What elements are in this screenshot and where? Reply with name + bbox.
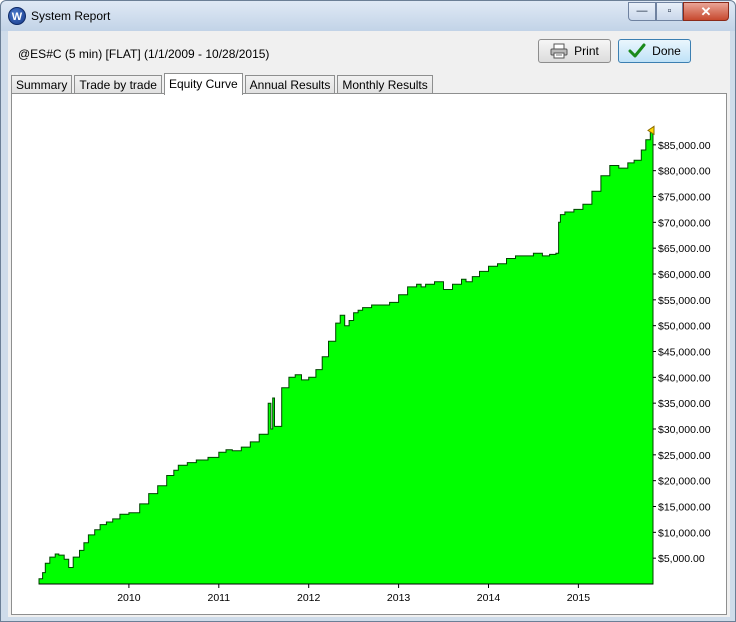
y-tick-label: $70,000.00 xyxy=(658,217,711,229)
tab-summary[interactable]: Summary xyxy=(11,75,73,94)
x-tick-label: 2015 xyxy=(567,592,591,604)
report-client-area: @ES#C (5 min) [FLAT] (1/1/2009 - 10/28/2… xyxy=(8,31,730,617)
done-button[interactable]: Done xyxy=(618,39,691,63)
print-label: Print xyxy=(574,44,599,58)
y-tick-label: $60,000.00 xyxy=(658,269,711,281)
y-tick-label: $35,000.00 xyxy=(658,398,711,410)
y-tick-label: $10,000.00 xyxy=(658,527,711,539)
y-tick-label: $25,000.00 xyxy=(658,450,711,462)
x-tick-label: 2012 xyxy=(297,592,321,604)
x-tick-label: 2011 xyxy=(207,592,230,604)
y-tick-label: $65,000.00 xyxy=(658,243,711,255)
close-button[interactable]: ✕ xyxy=(683,2,729,21)
y-tick-label: $80,000.00 xyxy=(658,166,711,178)
tab-trade-by-trade[interactable]: Trade by trade xyxy=(74,75,162,94)
y-tick-label: $45,000.00 xyxy=(658,347,711,359)
done-label: Done xyxy=(652,44,681,58)
printer-icon xyxy=(550,43,568,59)
system-report-window: W System Report — ▫ ✕ @ES#C (5 min) [FLA… xyxy=(0,0,736,622)
y-tick-label: $20,000.00 xyxy=(658,476,711,488)
y-tick-label: $75,000.00 xyxy=(658,192,711,204)
report-tabs: Summary Trade by trade Equity Curve Annu… xyxy=(11,72,435,95)
y-tick-label: $5,000.00 xyxy=(658,553,705,565)
equity-curve-panel: 2010 2011 2012 2013 2014 2015 $5,000.00 $10,000… xyxy=(11,93,727,615)
x-tick-label: 2010 xyxy=(117,592,141,604)
app-logo-icon: W xyxy=(8,7,26,25)
minimize-button[interactable]: — xyxy=(628,2,656,21)
y-tick-label: $40,000.00 xyxy=(658,372,711,384)
title-bar[interactable]: W System Report — ▫ ✕ xyxy=(1,1,735,31)
tab-annual-results[interactable]: Annual Results xyxy=(244,75,336,94)
x-tick-label: 2013 xyxy=(387,592,411,604)
report-title: @ES#C (5 min) [FLAT] (1/1/2009 - 10/28/2… xyxy=(18,47,270,61)
window-title: System Report xyxy=(31,9,111,23)
maximize-button[interactable]: ▫ xyxy=(656,2,683,21)
x-tick-label: 2014 xyxy=(477,592,501,604)
tab-monthly-results[interactable]: Monthly Results xyxy=(337,75,433,94)
y-tick-label: $85,000.00 xyxy=(658,140,711,152)
y-tick-label: $55,000.00 xyxy=(658,295,711,307)
print-button[interactable]: Print xyxy=(538,39,611,63)
equity-area xyxy=(38,130,654,585)
y-tick-label: $50,000.00 xyxy=(658,321,711,333)
equity-curve-chart: 2010 2011 2012 2013 2014 2015 $5,000.00 $10,000… xyxy=(38,125,711,604)
checkmark-icon xyxy=(628,43,646,59)
tab-equity-curve[interactable]: Equity Curve xyxy=(163,73,243,95)
y-tick-label: $15,000.00 xyxy=(658,502,711,514)
y-tick-label: $30,000.00 xyxy=(658,424,711,436)
